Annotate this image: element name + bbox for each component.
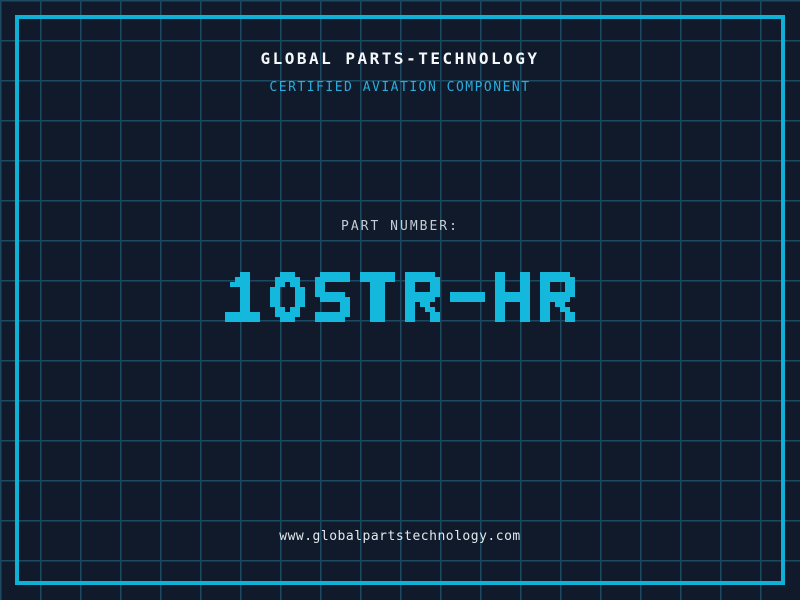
part-number-pixel-text [225, 272, 575, 322]
part-number-display [0, 272, 800, 322]
part-number-label: PART NUMBER: [341, 219, 459, 234]
certification-subtitle: CERTIFIED AVIATION COMPONENT [269, 80, 531, 95]
company-title: GLOBAL PARTS-TECHNOLOGY [260, 49, 540, 68]
website-url: www.globalpartstechnology.com [279, 529, 521, 544]
page-background: GLOBAL PARTS-TECHNOLOGY CERTIFIED AVIATI… [0, 0, 800, 600]
